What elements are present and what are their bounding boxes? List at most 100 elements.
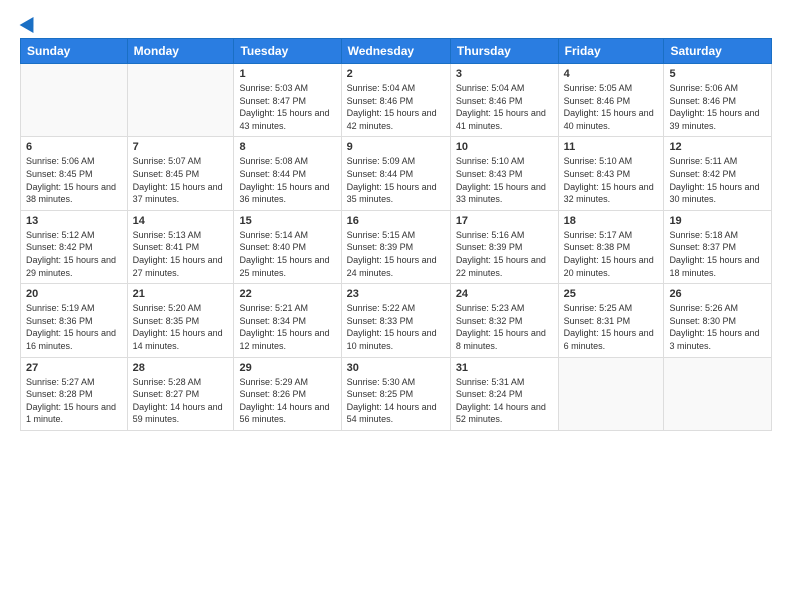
col-header-friday: Friday xyxy=(558,39,664,64)
day-number: 1 xyxy=(239,68,335,80)
day-info: Sunrise: 5:05 AM Sunset: 8:46 PM Dayligh… xyxy=(564,82,659,132)
day-number: 6 xyxy=(26,141,122,153)
col-header-monday: Monday xyxy=(127,39,234,64)
calendar-week-1: 1 Sunrise: 5:03 AM Sunset: 8:47 PM Daylig… xyxy=(21,64,772,137)
logo-triangle-icon xyxy=(20,13,41,33)
day-info: Sunrise: 5:16 AM Sunset: 8:39 PM Dayligh… xyxy=(456,229,553,279)
day-number: 12 xyxy=(669,141,766,153)
day-info: Sunrise: 5:08 AM Sunset: 8:44 PM Dayligh… xyxy=(239,155,335,205)
calendar-cell: 21 Sunrise: 5:20 AM Sunset: 8:35 PM Dayli… xyxy=(127,284,234,357)
calendar-cell: 1 Sunrise: 5:03 AM Sunset: 8:47 PM Daylig… xyxy=(234,64,341,137)
calendar-cell: 8 Sunrise: 5:08 AM Sunset: 8:44 PM Daylig… xyxy=(234,137,341,210)
calendar-cell: 16 Sunrise: 5:15 AM Sunset: 8:39 PM Dayli… xyxy=(341,210,450,283)
calendar-cell: 7 Sunrise: 5:07 AM Sunset: 8:45 PM Daylig… xyxy=(127,137,234,210)
day-number: 31 xyxy=(456,362,553,374)
day-info: Sunrise: 5:29 AM Sunset: 8:26 PM Dayligh… xyxy=(239,376,335,426)
day-info: Sunrise: 5:10 AM Sunset: 8:43 PM Dayligh… xyxy=(456,155,553,205)
day-info: Sunrise: 5:19 AM Sunset: 8:36 PM Dayligh… xyxy=(26,302,122,352)
calendar-cell: 11 Sunrise: 5:10 AM Sunset: 8:43 PM Dayli… xyxy=(558,137,664,210)
calendar-cell: 10 Sunrise: 5:10 AM Sunset: 8:43 PM Dayli… xyxy=(450,137,558,210)
calendar-header-row: SundayMondayTuesdayWednesdayThursdayFrid… xyxy=(21,39,772,64)
day-number: 30 xyxy=(347,362,445,374)
day-number: 24 xyxy=(456,288,553,300)
day-info: Sunrise: 5:09 AM Sunset: 8:44 PM Dayligh… xyxy=(347,155,445,205)
calendar-cell: 19Sunrise: 5:18 AM Sunset: 8:37 PM Dayli… xyxy=(664,210,772,283)
calendar-cell: 6Sunrise: 5:06 AM Sunset: 8:45 PM Daylig… xyxy=(21,137,128,210)
calendar-cell: 17 Sunrise: 5:16 AM Sunset: 8:39 PM Dayli… xyxy=(450,210,558,283)
calendar-cell: 2Sunrise: 5:04 AM Sunset: 8:46 PM Daylig… xyxy=(341,64,450,137)
calendar-cell: 25Sunrise: 5:25 AM Sunset: 8:31 PM Dayli… xyxy=(558,284,664,357)
day-info: Sunrise: 5:04 AM Sunset: 8:46 PM Dayligh… xyxy=(347,82,445,132)
calendar-week-5: 27 Sunrise: 5:27 AM Sunset: 8:28 PM Dayli… xyxy=(21,357,772,430)
day-number: 21 xyxy=(133,288,229,300)
day-info: Sunrise: 5:30 AM Sunset: 8:25 PM Dayligh… xyxy=(347,376,445,426)
day-info: Sunrise: 5:21 AM Sunset: 8:34 PM Dayligh… xyxy=(239,302,335,352)
col-header-saturday: Saturday xyxy=(664,39,772,64)
day-info: Sunrise: 5:14 AM Sunset: 8:40 PM Dayligh… xyxy=(239,229,335,279)
col-header-tuesday: Tuesday xyxy=(234,39,341,64)
day-info: Sunrise: 5:26 AM Sunset: 8:30 PM Dayligh… xyxy=(669,302,766,352)
calendar: SundayMondayTuesdayWednesdayThursdayFrid… xyxy=(20,38,772,431)
day-info: Sunrise: 5:12 AM Sunset: 8:42 PM Dayligh… xyxy=(26,229,122,279)
day-info: Sunrise: 5:04 AM Sunset: 8:46 PM Dayligh… xyxy=(456,82,553,132)
day-info: Sunrise: 5:22 AM Sunset: 8:33 PM Dayligh… xyxy=(347,302,445,352)
calendar-cell: 14Sunrise: 5:13 AM Sunset: 8:41 PM Dayli… xyxy=(127,210,234,283)
day-info: Sunrise: 5:15 AM Sunset: 8:39 PM Dayligh… xyxy=(347,229,445,279)
calendar-cell: 28 Sunrise: 5:28 AM Sunset: 8:27 PM Dayli… xyxy=(127,357,234,430)
day-number: 26 xyxy=(669,288,766,300)
day-number: 25 xyxy=(564,288,659,300)
calendar-week-2: 6Sunrise: 5:06 AM Sunset: 8:45 PM Daylig… xyxy=(21,137,772,210)
day-number: 5 xyxy=(669,68,766,80)
day-info: Sunrise: 5:11 AM Sunset: 8:42 PM Dayligh… xyxy=(669,155,766,205)
calendar-cell: 3 Sunrise: 5:04 AM Sunset: 8:46 PM Daylig… xyxy=(450,64,558,137)
col-header-wednesday: Wednesday xyxy=(341,39,450,64)
day-number: 11 xyxy=(564,141,659,153)
calendar-cell: 4 Sunrise: 5:05 AM Sunset: 8:46 PM Daylig… xyxy=(558,64,664,137)
day-number: 22 xyxy=(239,288,335,300)
day-number: 19 xyxy=(669,215,766,227)
day-number: 15 xyxy=(239,215,335,227)
day-number: 27 xyxy=(26,362,122,374)
calendar-cell: 22 Sunrise: 5:21 AM Sunset: 8:34 PM Dayli… xyxy=(234,284,341,357)
day-info: Sunrise: 5:07 AM Sunset: 8:45 PM Dayligh… xyxy=(133,155,229,205)
day-info: Sunrise: 5:03 AM Sunset: 8:47 PM Dayligh… xyxy=(239,82,335,132)
day-number: 13 xyxy=(26,215,122,227)
day-info: Sunrise: 5:17 AM Sunset: 8:38 PM Dayligh… xyxy=(564,229,659,279)
day-number: 29 xyxy=(239,362,335,374)
calendar-cell: 5 Sunrise: 5:06 AM Sunset: 8:46 PM Daylig… xyxy=(664,64,772,137)
calendar-cell xyxy=(21,64,128,137)
calendar-cell: 9 Sunrise: 5:09 AM Sunset: 8:44 PM Daylig… xyxy=(341,137,450,210)
calendar-cell: 31 Sunrise: 5:31 AM Sunset: 8:24 PM Dayli… xyxy=(450,357,558,430)
calendar-week-3: 13 Sunrise: 5:12 AM Sunset: 8:42 PM Dayli… xyxy=(21,210,772,283)
day-number: 28 xyxy=(133,362,229,374)
day-info: Sunrise: 5:10 AM Sunset: 8:43 PM Dayligh… xyxy=(564,155,659,205)
day-number: 3 xyxy=(456,68,553,80)
day-number: 7 xyxy=(133,141,229,153)
day-number: 16 xyxy=(347,215,445,227)
calendar-cell: 24Sunrise: 5:23 AM Sunset: 8:32 PM Dayli… xyxy=(450,284,558,357)
calendar-cell: 26 Sunrise: 5:26 AM Sunset: 8:30 PM Dayli… xyxy=(664,284,772,357)
day-info: Sunrise: 5:27 AM Sunset: 8:28 PM Dayligh… xyxy=(26,376,122,426)
day-number: 17 xyxy=(456,215,553,227)
calendar-cell: 18 Sunrise: 5:17 AM Sunset: 8:38 PM Dayli… xyxy=(558,210,664,283)
day-number: 4 xyxy=(564,68,659,80)
calendar-week-4: 20Sunrise: 5:19 AM Sunset: 8:36 PM Dayli… xyxy=(21,284,772,357)
calendar-cell: 29 Sunrise: 5:29 AM Sunset: 8:26 PM Dayli… xyxy=(234,357,341,430)
logo-text xyxy=(20,16,38,28)
day-info: Sunrise: 5:20 AM Sunset: 8:35 PM Dayligh… xyxy=(133,302,229,352)
logo xyxy=(20,16,38,28)
day-info: Sunrise: 5:31 AM Sunset: 8:24 PM Dayligh… xyxy=(456,376,553,426)
calendar-cell xyxy=(558,357,664,430)
calendar-cell: 12 Sunrise: 5:11 AM Sunset: 8:42 PM Dayli… xyxy=(664,137,772,210)
day-number: 10 xyxy=(456,141,553,153)
day-info: Sunrise: 5:06 AM Sunset: 8:46 PM Dayligh… xyxy=(669,82,766,132)
col-header-thursday: Thursday xyxy=(450,39,558,64)
day-number: 8 xyxy=(239,141,335,153)
header xyxy=(20,16,772,28)
day-number: 23 xyxy=(347,288,445,300)
day-number: 18 xyxy=(564,215,659,227)
day-number: 9 xyxy=(347,141,445,153)
calendar-cell: 20Sunrise: 5:19 AM Sunset: 8:36 PM Dayli… xyxy=(21,284,128,357)
calendar-cell xyxy=(127,64,234,137)
day-info: Sunrise: 5:28 AM Sunset: 8:27 PM Dayligh… xyxy=(133,376,229,426)
